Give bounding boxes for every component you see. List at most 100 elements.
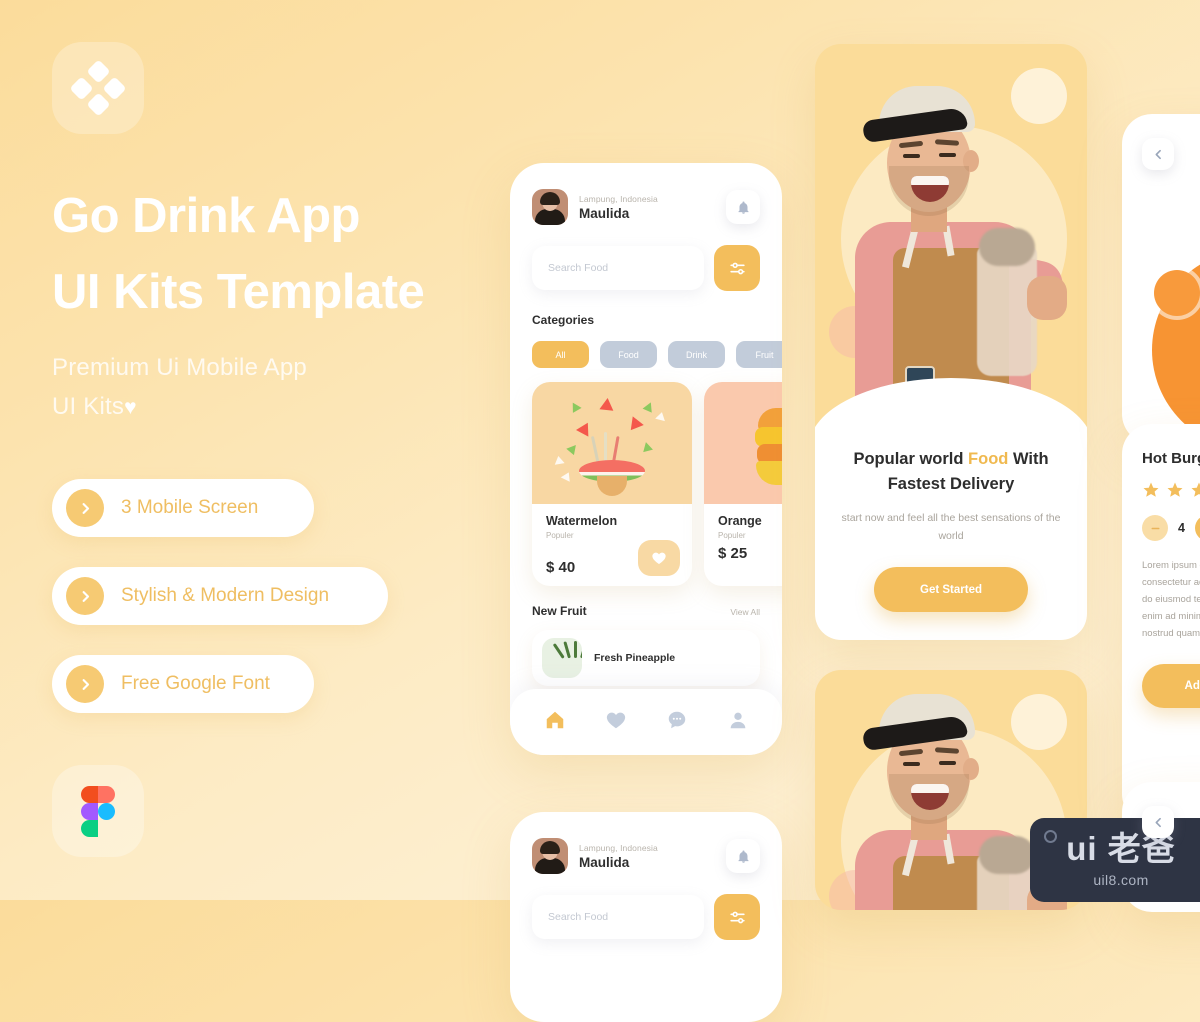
figma-badge <box>52 765 144 857</box>
chevron-right-icon <box>66 489 104 527</box>
tab-profile[interactable] <box>727 709 749 736</box>
tab-chat[interactable] <box>666 709 688 736</box>
watermark-url: uil8.com <box>1093 872 1148 888</box>
back-button[interactable] <box>1142 138 1174 170</box>
product-detail-screen-body: Hot Burger 4 Lorem ipsum dolor sit amet,… <box>1122 424 1200 824</box>
chevron-right-icon <box>66 577 104 615</box>
detail-description: Lorem ipsum dolor sit amet, consectetur … <box>1142 557 1200 642</box>
barista-illustration <box>849 80 1059 400</box>
promo-body: Popular world Food With Fastest Delivery… <box>815 447 1087 640</box>
category-chip-all[interactable]: All <box>532 341 589 368</box>
promo-title-part2: With <box>1008 450 1048 468</box>
notification-button[interactable] <box>726 190 760 224</box>
product-detail-screen-top <box>1122 114 1200 444</box>
promo-card: Popular world Food With Fastest Delivery… <box>815 44 1087 640</box>
detail-product-title: Hot Burger <box>1142 450 1200 467</box>
promo-subtitle: start now and feel all the best sensatio… <box>841 509 1061 545</box>
view-all-link[interactable]: View All <box>730 607 760 617</box>
sliders-filter-icon[interactable] <box>714 894 760 940</box>
product-card-list: Watermelon Populer $ 40 <box>532 382 760 586</box>
search-row-secondary: Search Food <box>532 894 760 940</box>
chat-icon <box>666 709 688 731</box>
orange-fruit-icon <box>1154 270 1200 316</box>
favorite-button[interactable] <box>638 540 680 576</box>
category-chip-list: All Food Drink Fruit <box>532 341 760 368</box>
tab-home[interactable] <box>544 709 566 736</box>
user-location: Lampung, Indonesia <box>579 194 726 204</box>
hero-title-line-1: Go Drink App <box>52 178 532 254</box>
new-fruit-header: New Fruit View All <box>532 604 760 618</box>
category-chip-drink[interactable]: Drink <box>668 341 725 368</box>
rating-stars[interactable] <box>1142 481 1200 499</box>
poster-stage: Go Drink App UI Kits Template Premium Ui… <box>0 0 1200 900</box>
notification-button[interactable] <box>726 839 760 873</box>
tab-favorites[interactable] <box>605 709 627 736</box>
user-location: Lampung, Indonesia <box>579 843 726 853</box>
app-logo-badge <box>52 42 144 134</box>
product-name: Watermelon <box>546 514 692 528</box>
search-input[interactable]: Search Food <box>532 246 704 290</box>
phone-content: Lampung, Indonesia Maulida Search Food C… <box>510 163 782 686</box>
product-tag: Populer <box>546 531 692 540</box>
phone-header: Lampung, Indonesia Maulida <box>532 189 760 225</box>
avatar[interactable] <box>532 189 568 225</box>
avatar[interactable] <box>532 838 568 874</box>
product-image-watermelon <box>532 382 692 504</box>
phone-mockup-home-secondary: Lampung, Indonesia Maulida Search Food <box>510 812 782 1022</box>
quantity-decrease-button[interactable] <box>1142 515 1168 541</box>
home-icon <box>544 709 566 731</box>
user-name: Maulida <box>579 206 726 221</box>
promo-title-highlight: Food <box>968 450 1008 468</box>
diamond-cluster-icon <box>73 63 123 113</box>
phone-mockup-home: Lampung, Indonesia Maulida Search Food C… <box>510 163 782 755</box>
get-started-button[interactable]: Get Started <box>874 567 1028 612</box>
chevron-right-icon <box>66 665 104 703</box>
hero-subtitle: Premium Ui Mobile App UI Kits♥ <box>52 348 482 427</box>
hero-title-line-2: UI Kits Template <box>52 254 532 330</box>
feature-pill-google-font[interactable]: Free Google Font <box>52 655 314 713</box>
star-icon <box>1166 481 1184 499</box>
barista-illustration <box>849 688 1059 910</box>
feature-pill-label: 3 Mobile Screen <box>121 497 280 519</box>
promo-title: Popular world Food With Fastest Delivery <box>841 447 1061 497</box>
circle-icon <box>1044 830 1057 843</box>
hero-subtitle-line-2: UI Kits♥ <box>52 387 482 427</box>
phone-header-secondary: Lampung, Indonesia Maulida <box>532 838 760 874</box>
sliders-filter-icon[interactable] <box>714 245 760 291</box>
watermark-badge: ui 老爸 uil8.com <box>1030 818 1200 902</box>
category-chip-food[interactable]: Food <box>600 341 657 368</box>
user-info: Lampung, Indonesia Maulida <box>579 843 726 870</box>
feature-pill-mobile-screens[interactable]: 3 Mobile Screen <box>52 479 314 537</box>
back-button[interactable] <box>1142 806 1174 838</box>
list-item[interactable]: Fresh Pineapple <box>532 630 760 686</box>
phone-content-secondary: Lampung, Indonesia Maulida Search Food <box>510 812 782 940</box>
product-image-orange <box>704 382 782 504</box>
quantity-stepper[interactable]: 4 <box>1142 515 1200 541</box>
feature-pill-design[interactable]: Stylish & Modern Design <box>52 567 388 625</box>
hero-subtitle-line-1: Premium Ui Mobile App <box>52 348 482 387</box>
product-name: Orange <box>718 514 782 528</box>
category-chip-fruit[interactable]: Fruit <box>736 341 782 368</box>
search-row: Search Food <box>532 245 760 291</box>
search-input[interactable]: Search Food <box>532 895 704 939</box>
user-name: Maulida <box>579 855 726 870</box>
star-icon <box>1142 481 1160 499</box>
user-info: Lampung, Indonesia Maulida <box>579 194 726 221</box>
list-item-label: Fresh Pineapple <box>594 652 675 664</box>
pineapple-thumbnail <box>542 638 582 678</box>
product-price: $ 40 <box>546 559 575 576</box>
figma-logo-icon <box>81 786 115 836</box>
feature-pill-label: Free Google Font <box>121 673 292 695</box>
profile-icon <box>727 709 749 731</box>
quantity-increase-button[interactable] <box>1195 515 1200 541</box>
bottom-tab-bar <box>510 689 782 755</box>
bell-icon <box>736 200 751 215</box>
minus-icon <box>1150 523 1161 534</box>
bell-icon <box>736 849 751 864</box>
promo-title-part1: Popular world <box>853 450 968 468</box>
product-card-watermelon[interactable]: Watermelon Populer $ 40 <box>532 382 692 586</box>
orange-illustration <box>704 382 782 504</box>
product-card-orange[interactable]: Orange Populer $ 25 <box>704 382 782 586</box>
add-to-cart-button[interactable]: Add To Cart <box>1142 664 1200 708</box>
heart-glyph-icon: ♥ <box>124 396 137 419</box>
